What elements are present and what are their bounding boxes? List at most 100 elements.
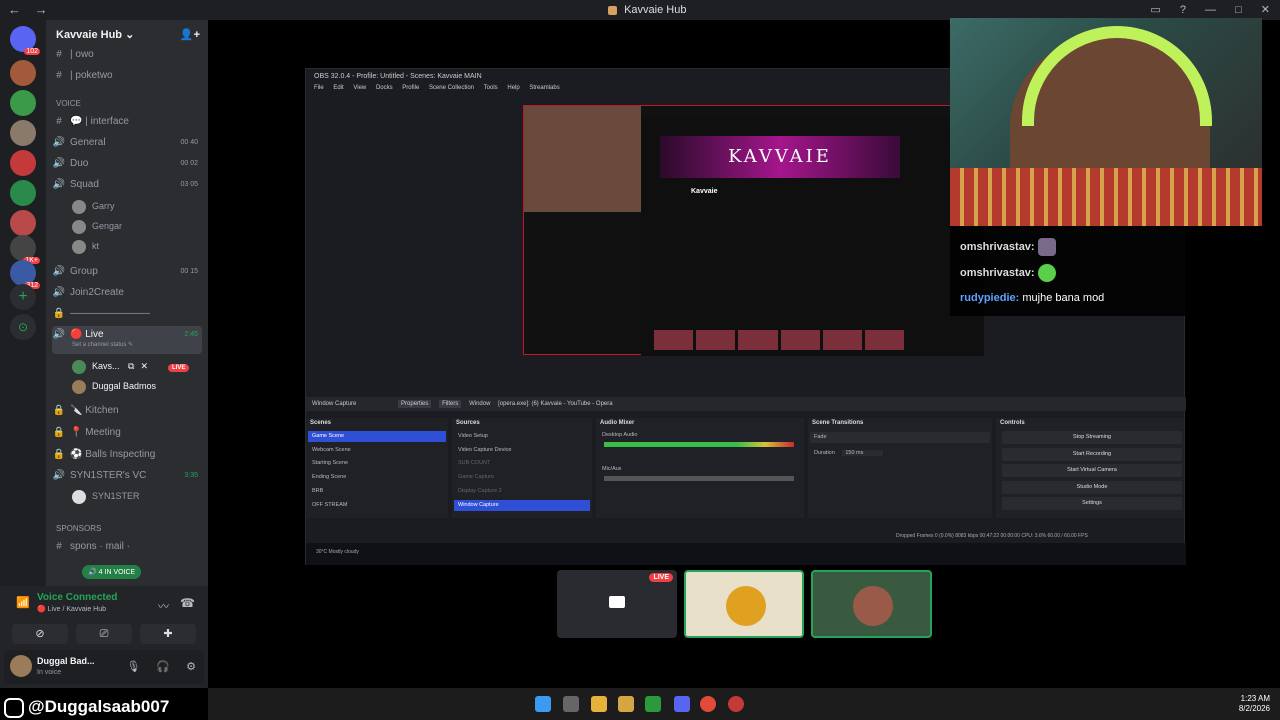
channel-interface[interactable]: # 💬 | interface — [52, 113, 202, 131]
menu-scene-collection[interactable]: Scene Collection — [429, 85, 474, 91]
close-icon[interactable]: ✕ — [1261, 4, 1270, 16]
voice-user[interactable]: kt — [72, 237, 99, 255]
gear-icon[interactable]: ⚙ — [186, 661, 196, 673]
disconnect-icon[interactable]: ☎ — [180, 596, 195, 610]
voice-status[interactable]: Voice Connected — [37, 592, 117, 603]
maximize-icon[interactable]: □ — [1235, 4, 1242, 16]
store-icon[interactable] — [618, 696, 634, 712]
scene-item[interactable]: BRB — [308, 486, 446, 497]
menu-streamlabs[interactable]: Streamlabs — [529, 85, 559, 91]
stop-streaming-button[interactable]: Stop Streaming — [1002, 431, 1182, 444]
server-icon[interactable]: 1K+ — [10, 235, 40, 264]
microphone-icon[interactable]: 🎙 — [126, 661, 140, 673]
inbox-icon[interactable]: ▭ — [1150, 4, 1160, 16]
close-icon[interactable]: ✕ — [140, 361, 148, 371]
voice-user-streaming[interactable]: Kavs... ⧉ ✕ LIVE — [72, 357, 190, 375]
menu-profile[interactable]: Profile — [402, 85, 419, 91]
window-select[interactable]: [opera.exe]: (6) Kavvaie - YouTube - Ope… — [498, 401, 613, 407]
scene-item[interactable]: Game Scene — [308, 431, 446, 442]
source-item[interactable]: Window Capture — [454, 500, 590, 511]
server-icon[interactable] — [10, 180, 36, 206]
channel-divider[interactable]: 🔒 ———————— — [52, 305, 202, 323]
discover-icon[interactable]: ⊙ — [10, 314, 36, 340]
duration-input[interactable]: 150 ms — [842, 450, 884, 456]
category-sponsors[interactable]: SPONSORS — [56, 524, 101, 533]
app-icon[interactable] — [728, 696, 744, 712]
minimize-icon[interactable]: — — [1205, 4, 1216, 16]
in-voice-pill[interactable]: 🔊 4 IN VOICE — [82, 565, 142, 579]
transition-select[interactable]: Fade — [810, 432, 990, 443]
voice-channel-synister[interactable]: 🔊 SYN1STER's VC 3:35 — [52, 467, 202, 485]
menu-file[interactable]: File — [314, 85, 324, 91]
server-icon[interactable] — [10, 210, 36, 236]
scene-item[interactable]: Webcam Scene — [308, 445, 446, 456]
channel-poketwo[interactable]: # | poketwo — [52, 67, 202, 85]
camera-off-button[interactable]: ⊘ — [12, 624, 68, 644]
participant-tile[interactable] — [684, 570, 804, 638]
menu-help[interactable]: Help — [507, 85, 519, 91]
system-clock[interactable]: 1:23 AM 8/2/2026 — [1239, 694, 1270, 714]
noise-suppression-icon[interactable]: 〰 — [158, 598, 169, 614]
channel-spons-mail[interactable]: # spons · mail · — [52, 538, 202, 556]
scene-item[interactable]: Ending Scene — [308, 472, 446, 483]
voice-channel-live[interactable]: 🔊 🔴 Live 2:45 Set a channel status ✎ — [52, 326, 202, 354]
voice-channel-squad[interactable]: 🔊 Squad 03 05 — [52, 176, 202, 194]
popout-icon[interactable]: ⧉ — [128, 361, 134, 371]
server-icon[interactable] — [10, 120, 36, 146]
file-explorer-icon[interactable] — [591, 696, 607, 712]
stream-tile[interactable]: LIVE — [557, 570, 677, 638]
voice-channel-join2create[interactable]: 🔊 Join2Create — [52, 284, 202, 302]
voice-channel-balls-inspecting[interactable]: 🔒 ⚽ Balls Inspecting — [52, 446, 202, 464]
xbox-icon[interactable] — [645, 696, 661, 712]
participant-tile[interactable] — [811, 570, 932, 638]
source-item[interactable]: Video Capture Device — [454, 445, 590, 456]
back-arrow-icon[interactable]: ← — [8, 2, 21, 17]
start-recording-button[interactable]: Start Recording — [1002, 448, 1182, 461]
category-voice[interactable]: VOICE — [56, 99, 81, 108]
task-view-icon[interactable] — [563, 696, 579, 712]
signal-icon[interactable]: 📶 — [16, 596, 30, 609]
avatar[interactable] — [10, 655, 32, 677]
discord-icon[interactable] — [674, 696, 690, 712]
voice-channel-duo[interactable]: 🔊 Duo 00 02 — [52, 155, 202, 173]
menu-view[interactable]: View — [353, 85, 366, 91]
voice-user[interactable]: Gengar — [72, 217, 122, 235]
voice-channel-group[interactable]: 🔊 Group 00 15 — [52, 263, 202, 281]
menu-tools[interactable]: Tools — [484, 85, 498, 91]
forward-arrow-icon[interactable]: → — [35, 2, 48, 17]
server-icon[interactable]: 312 — [10, 260, 40, 289]
channel-owo[interactable]: # | owo — [52, 46, 202, 64]
voice-user[interactable]: Duggal Badmos — [72, 377, 156, 395]
voice-user[interactable]: SYN1STER — [72, 487, 140, 505]
chrome-icon[interactable] — [700, 696, 716, 712]
activities-button[interactable]: ✚ — [140, 624, 196, 644]
properties-button[interactable]: Properties — [398, 400, 432, 408]
home-button[interactable]: 102 — [10, 26, 40, 55]
invite-icon[interactable]: 👤+ — [180, 28, 200, 41]
menu-docks[interactable]: Docks — [376, 85, 393, 91]
source-item[interactable]: Display Capture 2 — [454, 486, 590, 497]
server-icon[interactable] — [10, 60, 36, 86]
username[interactable]: Duggal Bad... — [37, 656, 95, 666]
scene-item[interactable]: OFF STREAM — [308, 500, 446, 511]
voice-channel-meeting[interactable]: 🔒 📍 Meeting — [52, 424, 202, 442]
source-item[interactable]: SUB COUNT — [454, 458, 590, 469]
server-icon[interactable] — [10, 150, 36, 176]
studio-mode-button[interactable]: Studio Mode — [1002, 481, 1182, 494]
menu-edit[interactable]: Edit — [333, 85, 343, 91]
voice-channel-kitchen[interactable]: 🔒 🔪 Kitchen — [52, 402, 202, 420]
obs-preview[interactable]: KAVVAIE Kavvaie — [523, 105, 984, 356]
headphones-icon[interactable]: 🎧 — [156, 661, 170, 673]
add-server-icon[interactable]: + — [10, 284, 36, 310]
screen-share-button[interactable]: ⎚ — [76, 624, 132, 644]
start-icon[interactable] — [535, 696, 551, 712]
source-item[interactable]: Video Setup — [454, 431, 590, 442]
voice-channel-general[interactable]: 🔊 General 00 40 — [52, 134, 202, 152]
channel-status[interactable]: Set a channel status ✎ — [72, 340, 133, 350]
voice-user[interactable]: Garry — [72, 197, 115, 215]
server-folder-icon[interactable] — [10, 90, 36, 116]
scene-item[interactable]: Starting Scene — [308, 458, 446, 469]
settings-button[interactable]: Settings — [1002, 497, 1182, 510]
help-icon[interactable]: ? — [1180, 4, 1186, 16]
voice-channel-link[interactable]: 🔴 Live / Kavvaie Hub — [37, 605, 106, 613]
